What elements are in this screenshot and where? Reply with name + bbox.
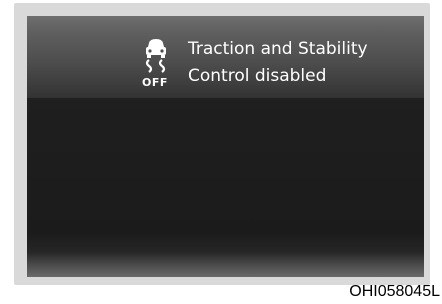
cluster-display: OFF Traction and Stability Control disab… [27, 16, 424, 277]
warning-message-line1: Traction and Stability [188, 39, 368, 59]
off-label: OFF [142, 76, 168, 89]
warning-message: Traction and Stability Control disabled [188, 36, 368, 90]
figure-caption: OHI058045L [349, 283, 440, 300]
warning-message-line2: Control disabled [188, 66, 327, 86]
display-body [27, 98, 424, 277]
message-banner: OFF Traction and Stability Control disab… [27, 16, 424, 98]
display-bezel: OFF Traction and Stability Control disab… [14, 3, 430, 285]
